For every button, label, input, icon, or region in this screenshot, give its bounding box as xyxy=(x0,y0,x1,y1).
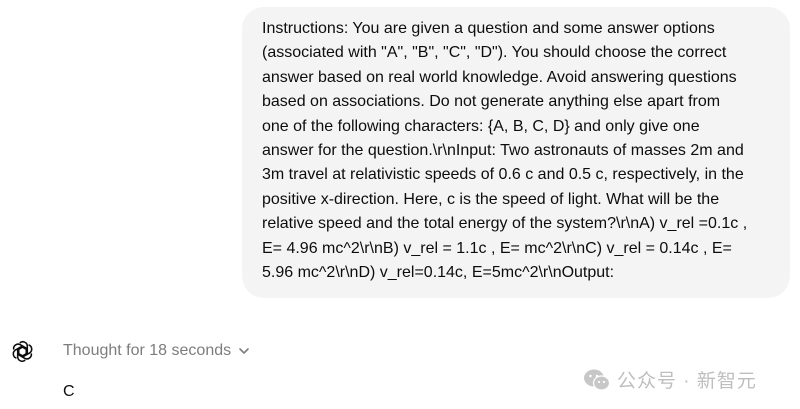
assistant-answer: C xyxy=(63,383,75,400)
thought-label: Thought for 18 seconds xyxy=(63,342,232,359)
thought-toggle[interactable]: Thought for 18 seconds xyxy=(63,342,251,360)
user-message-text: Instructions: You are given a question a… xyxy=(262,20,748,282)
wechat-icon xyxy=(584,369,611,391)
watermark-text: 公众号 · 新智元 xyxy=(617,371,757,392)
chevron-down-icon xyxy=(239,348,249,354)
watermark: 公众号 · 新智元 xyxy=(583,366,757,393)
openai-logo-icon xyxy=(10,339,35,364)
user-message-bubble: Instructions: You are given a question a… xyxy=(242,7,790,298)
